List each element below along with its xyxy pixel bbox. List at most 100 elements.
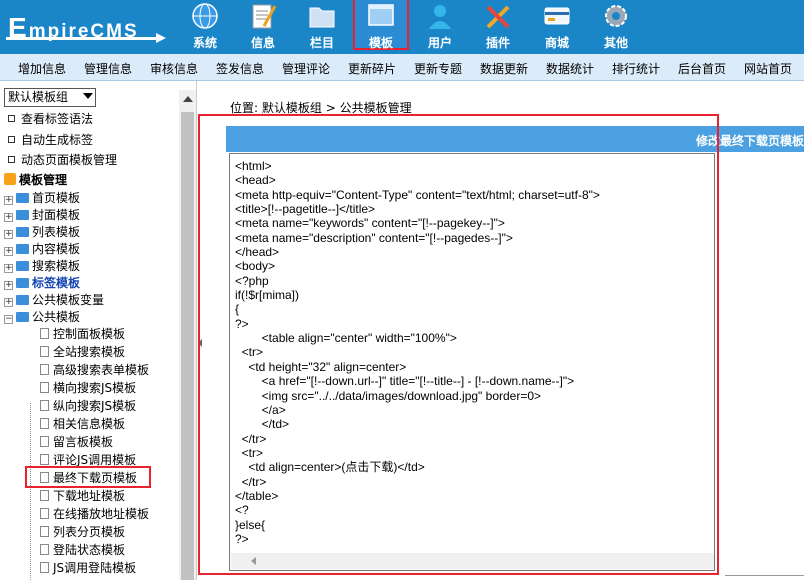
- menu-site-home[interactable]: 网站首页: [744, 60, 792, 77]
- expand-plus-icon[interactable]: +: [4, 247, 13, 256]
- folder-icon: [16, 210, 29, 220]
- link-dynamic-page-templates[interactable]: 动态页面模板管理: [8, 151, 117, 168]
- breadcrumb-prefix: 位置:: [230, 101, 262, 115]
- tree-folder-public-vars[interactable]: + 公共模板变量: [4, 291, 104, 308]
- menu-data-update[interactable]: 数据更新: [480, 60, 528, 77]
- menu-manage-comments[interactable]: 管理评论: [282, 60, 330, 77]
- nav-system[interactable]: 系统: [177, 0, 233, 50]
- document-icon: [40, 418, 49, 429]
- left-sidebar: 默认模板组 查看标签语法 自动生成标签 动态页面模板管理 模板管理 + 首页模板 …: [0, 81, 197, 580]
- nav-column[interactable]: 栏目: [294, 0, 350, 50]
- empirecms-logo[interactable]: EmpireCMS: [0, 0, 170, 54]
- nav-shop[interactable]: 商城: [529, 0, 585, 50]
- sidebar-scrollbar[interactable]: [179, 90, 196, 580]
- nav-label: 模板: [368, 36, 393, 50]
- tree-leaf-guestbook[interactable]: 留言板模板: [40, 433, 113, 450]
- top-header: EmpireCMS 系统 信息 栏目 模板 用户 插件 商城 其他: [0, 0, 804, 54]
- gear-icon: [605, 5, 627, 27]
- square-bullet-icon: [8, 156, 15, 163]
- tree-folder-home[interactable]: + 首页模板: [4, 189, 80, 206]
- menu-update-fragments[interactable]: 更新碎片: [348, 60, 396, 77]
- folder-icon: [16, 193, 29, 203]
- breadcrumb-link-group[interactable]: 默认模板组: [262, 101, 322, 115]
- tree-leaf-list-pagination[interactable]: 列表分页模板: [40, 523, 125, 540]
- document-icon: [40, 490, 49, 501]
- tree-leaf-related-info[interactable]: 相关信息模板: [40, 415, 125, 432]
- tree-root-template-management[interactable]: 模板管理: [4, 171, 67, 188]
- menu-add-info[interactable]: 增加信息: [18, 60, 66, 77]
- menu-data-stats[interactable]: 数据统计: [546, 60, 594, 77]
- folder-icon: [16, 278, 29, 288]
- nav-label: 用户: [427, 36, 452, 50]
- document-icon: [40, 346, 49, 357]
- expand-plus-icon[interactable]: +: [4, 196, 13, 205]
- folder-icon: [16, 227, 29, 237]
- expand-plus-icon[interactable]: +: [4, 298, 13, 307]
- menu-rank-stats[interactable]: 排行统计: [612, 60, 660, 77]
- menu-update-topics[interactable]: 更新专题: [414, 60, 462, 77]
- document-icon: [40, 400, 49, 411]
- collapse-minus-icon[interactable]: −: [4, 315, 13, 324]
- breadcrumb-separator: >: [321, 101, 340, 115]
- chevron-down-icon: [83, 93, 93, 99]
- tree-folder-cover[interactable]: + 封面模板: [4, 206, 80, 223]
- document-icon: [40, 526, 49, 537]
- expand-plus-icon[interactable]: +: [4, 230, 13, 239]
- tree-leaf-site-search[interactable]: 全站搜索模板: [40, 343, 125, 360]
- card-icon: [544, 7, 570, 25]
- tree-connector-line: [30, 403, 31, 580]
- menu-review-info[interactable]: 审核信息: [150, 60, 198, 77]
- editor-highlight-outline: [198, 114, 719, 575]
- document-icon: [40, 562, 49, 573]
- tree-leaf-vertical-search-js[interactable]: 纵向搜索JS模板: [40, 397, 136, 414]
- square-bullet-icon: [8, 115, 15, 122]
- nav-label: 栏目: [309, 36, 334, 50]
- logo-arrow: [6, 33, 166, 43]
- template-group-select[interactable]: 默认模板组: [4, 88, 96, 107]
- expand-plus-icon[interactable]: +: [4, 213, 13, 222]
- breadcrumb-link-page[interactable]: 公共模板管理: [340, 101, 412, 115]
- notepad-icon: [252, 4, 277, 29]
- nav-user[interactable]: 用户: [412, 0, 468, 50]
- tree-folder-list[interactable]: + 列表模板: [4, 223, 80, 240]
- scroll-up-arrow-icon[interactable]: [183, 96, 193, 102]
- nav-other[interactable]: 其他: [588, 0, 644, 50]
- tree-folder-tags[interactable]: + 标签模板: [4, 274, 80, 291]
- tree-folder-public[interactable]: − 公共模板: [4, 308, 80, 325]
- link-auto-generate-tags[interactable]: 自动生成标签: [8, 131, 93, 148]
- tree-leaf-download-address[interactable]: 下载地址模板: [40, 487, 125, 504]
- nav-label: 商城: [544, 36, 569, 50]
- expand-plus-icon[interactable]: +: [4, 264, 13, 273]
- tree-leaf-control-panel[interactable]: 控制面板模板: [40, 325, 125, 342]
- expand-plus-icon[interactable]: +: [4, 281, 13, 290]
- tree-leaf-online-play[interactable]: 在线播放地址模板: [40, 505, 149, 522]
- folder-icon: [16, 295, 29, 305]
- folder-icon: [16, 244, 29, 254]
- nav-template[interactable]: 模板: [353, 0, 409, 50]
- user-icon: [429, 5, 451, 29]
- tree-leaf-advanced-search[interactable]: 高级搜索表单模板: [40, 361, 149, 378]
- window-icon: [368, 4, 394, 26]
- tree-leaf-horizontal-search-js[interactable]: 横向搜索JS模板: [40, 379, 136, 396]
- home-icon: [4, 173, 16, 185]
- bottom-button-edge: [725, 575, 804, 580]
- document-icon: [40, 328, 49, 339]
- tree-folder-content[interactable]: + 内容模板: [4, 240, 80, 257]
- menu-sign-info[interactable]: 签发信息: [216, 60, 264, 77]
- nav-plugin[interactable]: 插件: [470, 0, 526, 50]
- globe-icon: [192, 3, 218, 29]
- tree-leaf-login-status[interactable]: 登陆状态模板: [40, 541, 125, 558]
- tree-folder-search[interactable]: + 搜索模板: [4, 257, 80, 274]
- link-view-tag-syntax[interactable]: 查看标签语法: [8, 110, 93, 127]
- menu-admin-home[interactable]: 后台首页: [678, 60, 726, 77]
- nav-label: 系统: [192, 36, 217, 50]
- scroll-thumb[interactable]: [181, 112, 194, 580]
- folder-icon: [309, 7, 335, 28]
- nav-label: 其他: [603, 36, 628, 50]
- nav-info[interactable]: 信息: [235, 0, 291, 50]
- document-icon: [40, 364, 49, 375]
- document-icon: [40, 508, 49, 519]
- menu-manage-info[interactable]: 管理信息: [84, 60, 132, 77]
- tree-leaf-js-login[interactable]: JS调用登陆模板: [40, 559, 136, 576]
- quick-menu-bar: 增加信息 管理信息 审核信息 签发信息 管理评论 更新碎片 更新专题 数据更新 …: [0, 54, 804, 81]
